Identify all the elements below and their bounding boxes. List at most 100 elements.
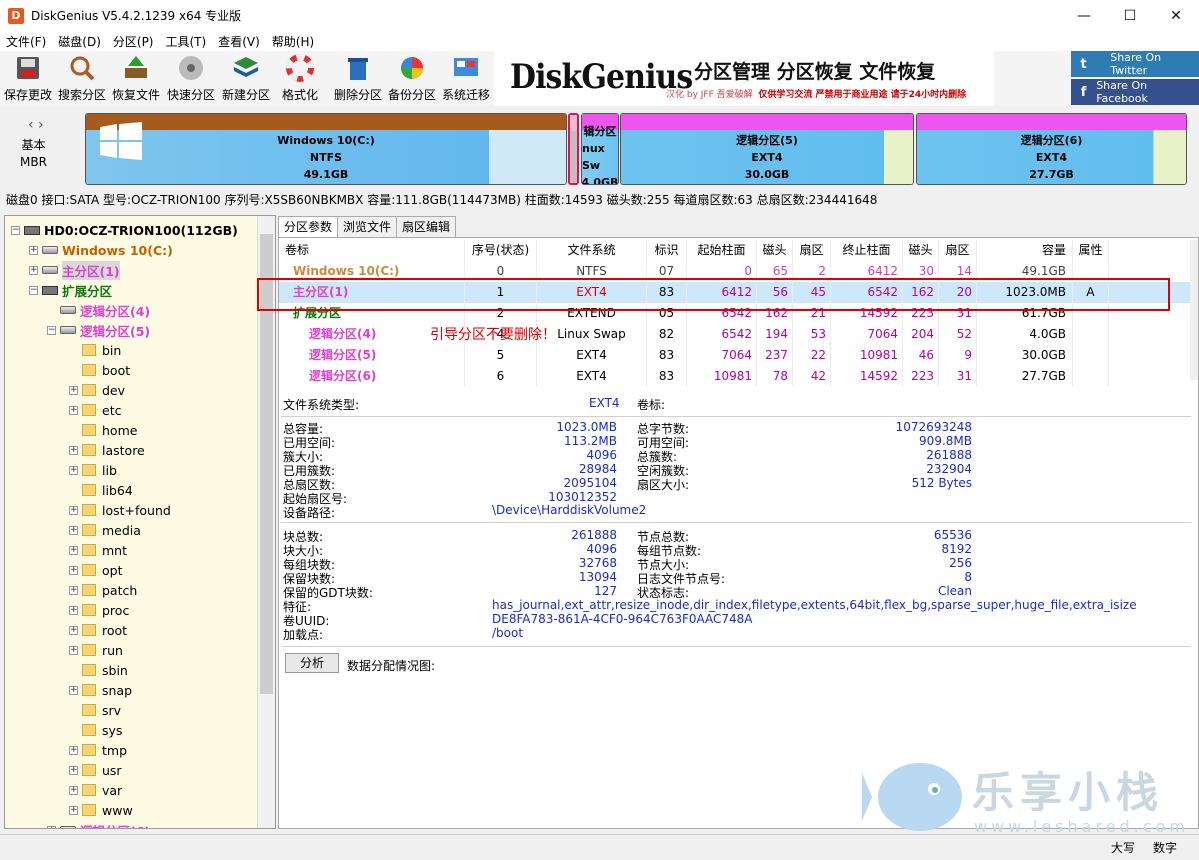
collapse-icon[interactable]: − [29, 285, 38, 295]
expand-icon[interactable]: + [69, 525, 78, 535]
format-button[interactable]: 格式化 [282, 53, 318, 103]
menu-tools[interactable]: 工具(T) [160, 33, 213, 50]
info-value: 232904 [926, 462, 972, 476]
ad-banner[interactable]: DiskGenius 分区管理 分区恢复 文件恢复 汉化 by JFF 吾爱破解… [494, 51, 994, 106]
expand-icon[interactable]: + [69, 405, 78, 415]
expand-icon[interactable]: + [69, 625, 78, 635]
tree-folder-opt[interactable]: + opt [69, 560, 122, 580]
menu-partition[interactable]: 分区(P) [107, 33, 160, 50]
menu-disk[interactable]: 磁盘(D) [52, 33, 107, 50]
tree-folder-bin[interactable]: bin [69, 340, 121, 360]
expand-icon[interactable]: + [69, 765, 78, 775]
expand-icon[interactable]: + [69, 585, 78, 595]
tree-folder-proc[interactable]: + proc [69, 600, 129, 620]
recover-files-button[interactable]: 恢复文件 [112, 53, 160, 103]
expand-icon[interactable]: + [69, 785, 78, 795]
expand-icon[interactable]: + [69, 805, 78, 815]
tree-folder-var[interactable]: + var [69, 780, 122, 800]
expand-icon[interactable]: + [69, 465, 78, 475]
analyze-button[interactable]: 分析 [285, 653, 339, 673]
tree-folder-lib[interactable]: + lib [69, 460, 117, 480]
expand-icon[interactable]: + [69, 445, 78, 455]
tree-folder-tmp[interactable]: + tmp [69, 740, 127, 760]
new-partition-button[interactable]: 新建分区 [222, 53, 270, 103]
tree-folder-boot[interactable]: boot [69, 360, 130, 380]
tree-logical-6[interactable]: + 逻辑分区(6) [47, 820, 150, 828]
quick-partition-button[interactable]: 快速分区 [167, 53, 215, 103]
expand-icon[interactable]: + [69, 565, 78, 575]
info-value: 909.8MB [919, 434, 972, 448]
tree-extended-partition[interactable]: − 扩展分区 [29, 280, 112, 300]
tree-logical-4[interactable]: 逻辑分区(4) [47, 300, 150, 320]
expand-icon[interactable]: + [69, 505, 78, 515]
tab-partition-params[interactable]: 分区参数 [278, 216, 339, 238]
share-twitter-button[interactable]: t Share On Twitter [1071, 51, 1199, 77]
table-row[interactable]: 逻辑分区(5) 5 EXT4 83 7064 237 22 10981 46 9 30.0GB [279, 345, 1191, 366]
info-value: 103012352 [548, 490, 617, 504]
search-partition-button[interactable]: 搜索分区 [58, 53, 106, 103]
tree-folder-sbin[interactable]: sbin [69, 660, 128, 680]
table-cell: 53 [793, 324, 831, 345]
tree-folder-lastore[interactable]: + lastore [69, 440, 145, 460]
tree-logical-5[interactable]: − 逻辑分区(5) [47, 320, 150, 340]
table-row[interactable]: 逻辑分区(4) 4 Linux Swap 82 6542 194 53 7064 204 52 4.… [279, 324, 1191, 345]
partition-bar-main-1[interactable] [568, 113, 579, 185]
menu-file[interactable]: 文件(F) [0, 33, 52, 50]
table-cell: 30.0GB [977, 345, 1073, 366]
system-migrate-button[interactable]: 系统迁移 [442, 53, 490, 103]
table-scrollbar[interactable] [1190, 240, 1198, 380]
delete-partition-button[interactable]: 删除分区 [334, 53, 382, 103]
tree-folder-lost-found[interactable]: + lost+found [69, 500, 171, 520]
menu-view[interactable]: 查看(V) [212, 33, 266, 50]
minimize-button[interactable]: — [1061, 0, 1107, 31]
tree-folder-lib64[interactable]: lib64 [69, 480, 133, 500]
partition-icon [60, 306, 76, 314]
collapse-icon[interactable]: − [47, 325, 56, 335]
expand-icon[interactable]: + [69, 745, 78, 755]
disk-nav-arrows[interactable]: ‹ › [28, 117, 44, 133]
partition-bar-logical-4[interactable]: 辑分区 nux Sw 4.0GB [581, 113, 619, 185]
folder-icon [82, 464, 96, 476]
partition-bar-windows[interactable]: Windows 10(C:) NTFS 49.1GB [85, 113, 567, 185]
tree-folder-media[interactable]: + media [69, 520, 141, 540]
tree-disk[interactable]: − HD0:OCZ-TRION100(112GB) [11, 220, 238, 240]
tree-folder-sys[interactable]: sys [69, 720, 122, 740]
tree-partition-main-1[interactable]: + 主分区(1) [29, 260, 120, 280]
save-changes-button[interactable]: 保存更改 [4, 53, 52, 103]
tree-folder-snap[interactable]: + snap [69, 680, 132, 700]
tree-partition-windows[interactable]: + Windows 10(C:) [29, 240, 173, 260]
partition-bar-logical-6[interactable]: 逻辑分区(6) EXT4 27.7GB [916, 113, 1187, 185]
expand-icon[interactable]: + [29, 265, 38, 275]
tree-folder-dev[interactable]: + dev [69, 380, 125, 400]
expand-icon[interactable]: + [29, 245, 38, 255]
partition-bar-logical-5[interactable]: 逻辑分区(5) EXT4 30.0GB [620, 113, 914, 185]
tree-folder-srv[interactable]: srv [69, 700, 121, 720]
tree-folder-www[interactable]: + www [69, 800, 133, 820]
backup-partition-button[interactable]: 备份分区 [388, 53, 436, 103]
tree-folder-root[interactable]: + root [69, 620, 127, 640]
table-cell: 52 [939, 324, 977, 345]
tree-folder-run[interactable]: + run [69, 640, 123, 660]
num-indicator: 数字 [1153, 841, 1178, 855]
tree-folder-usr[interactable]: + usr [69, 760, 122, 780]
collapse-icon[interactable]: − [11, 225, 20, 235]
menu-help[interactable]: 帮助(H) [266, 33, 320, 50]
tab-sector-edit[interactable]: 扇区编辑 [396, 216, 457, 237]
tab-browse-files[interactable]: 浏览文件 [337, 216, 398, 237]
expand-icon[interactable]: + [69, 645, 78, 655]
table-row[interactable]: 逻辑分区(6) 6 EXT4 83 10981 78 42 14592 223 31 27.7GB [279, 366, 1191, 387]
share-facebook-button[interactable]: f Share On Facebook [1071, 79, 1199, 105]
tree-folder-home[interactable]: home [69, 420, 137, 440]
expand-icon[interactable]: + [69, 545, 78, 555]
tree-folder-etc[interactable]: + etc [69, 400, 121, 420]
tree-folder-patch[interactable]: + patch [69, 580, 137, 600]
expand-icon[interactable]: + [47, 825, 56, 828]
expand-icon[interactable]: + [69, 605, 78, 615]
expand-icon[interactable]: + [69, 685, 78, 695]
info-label: 设备路径: [283, 506, 336, 520]
expand-icon[interactable]: + [69, 385, 78, 395]
tree-folder-mnt[interactable]: + mnt [69, 540, 127, 560]
close-button[interactable]: ✕ [1153, 0, 1199, 31]
maximize-button[interactable]: ☐ [1107, 0, 1153, 31]
info-label: 扇区大小: [637, 478, 690, 492]
